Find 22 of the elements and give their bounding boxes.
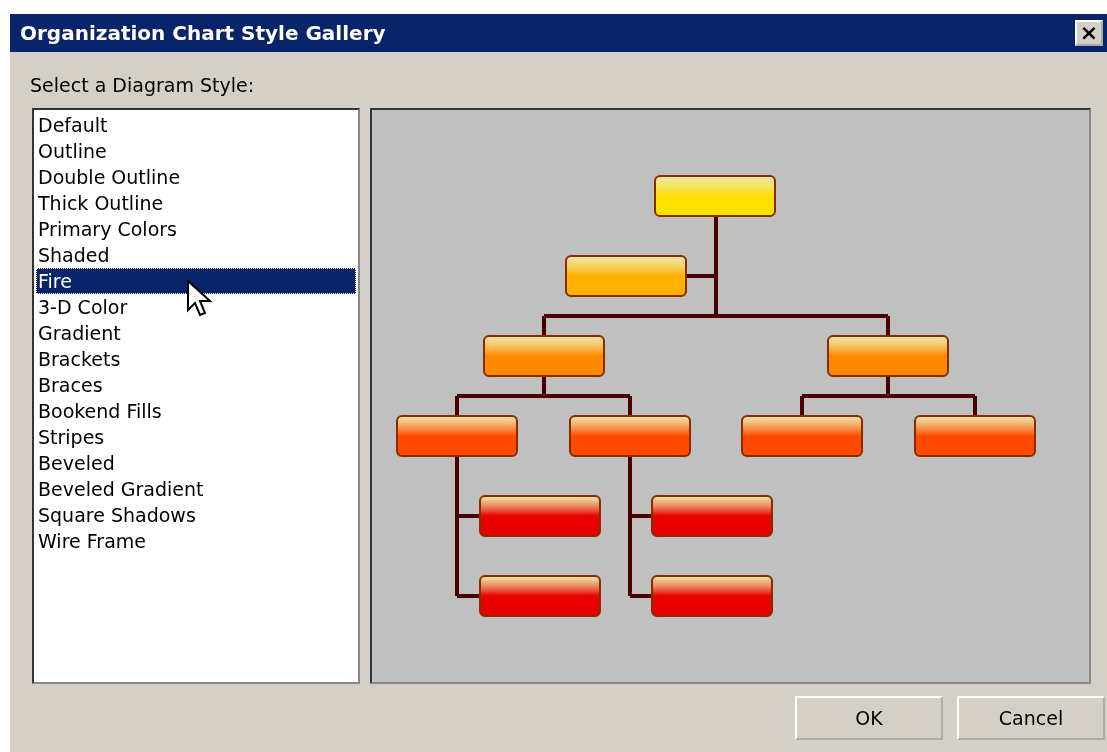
list-item[interactable]: Beveled [36,450,356,476]
list-item[interactable]: Stripes [36,424,356,450]
list-item[interactable]: Outline [36,138,356,164]
list-item[interactable]: Wire Frame [36,528,356,554]
list-item[interactable]: Shaded [36,242,356,268]
list-item[interactable]: Thick Outline [36,190,356,216]
list-item[interactable]: Gradient [36,320,356,346]
list-item[interactable]: Bookend Fills [36,398,356,424]
close-button[interactable]: × [1075,20,1103,46]
list-item[interactable]: Brackets [36,346,356,372]
list-item[interactable]: Double Outline [36,164,356,190]
list-item[interactable]: Beveled Gradient [36,476,356,502]
window-title: Organization Chart Style Gallery [20,21,386,45]
dialog-button[interactable]: Cancel [957,696,1105,740]
list-item[interactable]: Primary Colors [36,216,356,242]
list-item[interactable]: Fire [36,268,356,294]
list-item[interactable]: Default [36,112,356,138]
list-item[interactable]: Square Shadows [36,502,356,528]
list-label: Select a Diagram Style: [30,74,255,96]
dialog-button[interactable]: OK [795,696,943,740]
list-item[interactable]: Braces [36,372,356,398]
list-item[interactable]: 3-D Color [36,294,356,320]
